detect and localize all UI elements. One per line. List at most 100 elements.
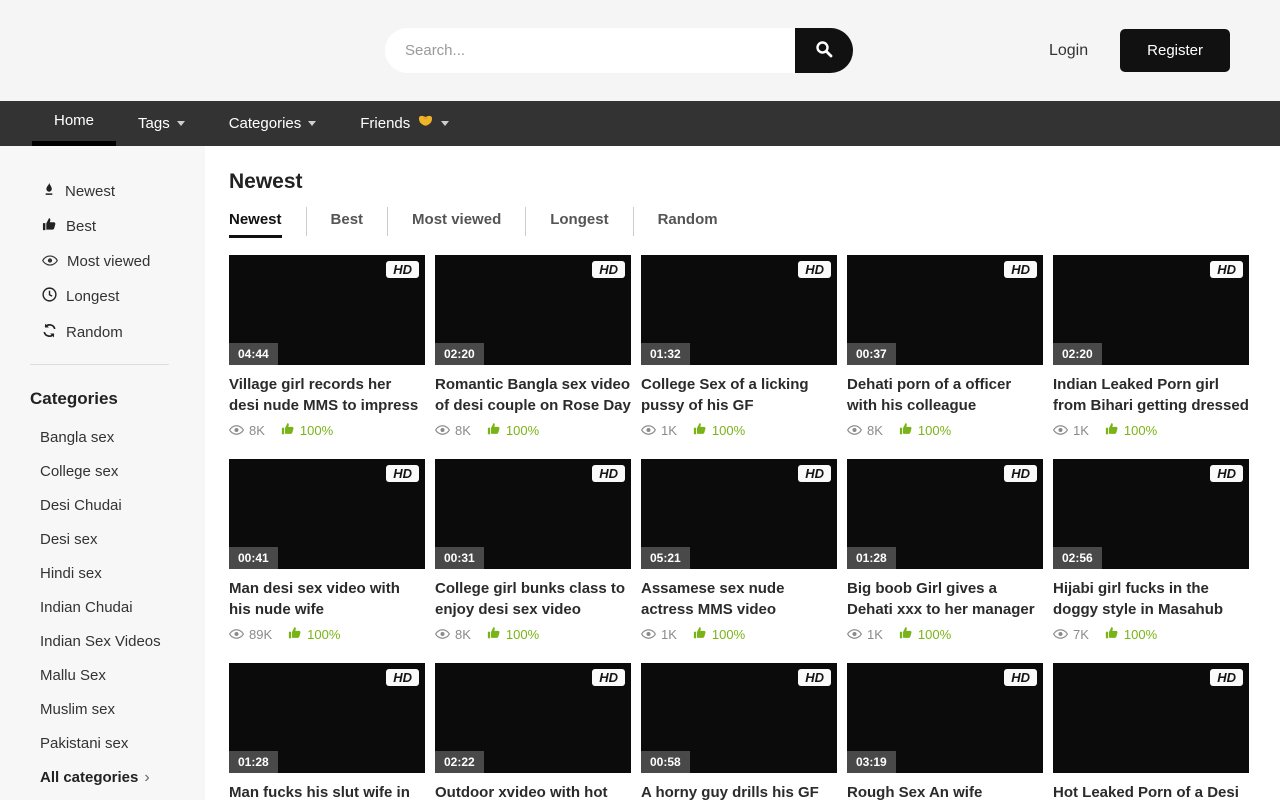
category-link[interactable]: Hindi sex: [40, 565, 102, 582]
rating-percent: 100%: [487, 626, 539, 643]
video-thumbnail[interactable]: HD 02:22: [435, 663, 631, 773]
video-title[interactable]: Village girl records her desi nude MMS t…: [229, 374, 425, 416]
tab-most-viewed[interactable]: Most viewed: [387, 207, 525, 236]
thumb-up-icon: [281, 422, 295, 439]
video-thumbnail[interactable]: HD 00:58: [641, 663, 837, 773]
hd-badge: HD: [1210, 465, 1243, 482]
tab-best[interactable]: Best: [306, 207, 388, 236]
eye-icon: [229, 423, 244, 438]
main-content: Newest Newest Best Most viewed Longest R…: [205, 146, 1280, 800]
video-grid: HD 04:44 Village girl records her desi n…: [229, 255, 1280, 800]
category-link[interactable]: Muslim sex: [40, 701, 115, 718]
video-thumbnail[interactable]: HD 04:44: [229, 255, 425, 365]
category-link[interactable]: Pakistani sex: [40, 735, 128, 752]
view-count: 8K: [435, 627, 471, 642]
video-title[interactable]: Outdoor xvideo with hot randi: [435, 782, 631, 800]
nav-item-friends[interactable]: Friends: [338, 101, 471, 146]
video-title[interactable]: College girl bunks class to enjoy desi s…: [435, 578, 631, 620]
tab-longest[interactable]: Longest: [525, 207, 632, 236]
search-input[interactable]: [385, 28, 795, 73]
nav-item-tags[interactable]: Tags: [116, 101, 207, 146]
main-navbar: Home Tags Categories Friends: [0, 101, 1280, 146]
tab-newest[interactable]: Newest: [229, 207, 306, 236]
category-list: Bangla sex College sex Desi Chudai Desi …: [0, 429, 205, 753]
header-right: Login Register: [1049, 29, 1230, 72]
eye-icon: [435, 423, 450, 438]
video-meta: 1K 100%: [1053, 422, 1249, 439]
video-title[interactable]: Man desi sex video with his nude wife: [229, 578, 425, 620]
top-header: Login Register: [0, 0, 1280, 101]
video-thumbnail[interactable]: HD 05:21: [641, 459, 837, 569]
video-thumbnail[interactable]: HD 00:31: [435, 459, 631, 569]
video-title[interactable]: Man fucks his slut wife in Dehati sex: [229, 782, 425, 800]
nav-item-categories[interactable]: Categories: [207, 101, 339, 146]
view-count-value: 1K: [867, 627, 883, 642]
category-list-item: Desi Chudai: [40, 497, 205, 515]
video-card: HD Hot Leaked Porn of a Desi Couple: [1053, 663, 1249, 800]
sidebar-item-best[interactable]: Best: [42, 217, 205, 236]
video-title[interactable]: Assamese sex nude actress MMS video: [641, 578, 837, 620]
video-title[interactable]: College Sex of a licking pussy of his GF: [641, 374, 837, 416]
category-link[interactable]: College sex: [40, 463, 118, 480]
video-thumbnail[interactable]: HD: [1053, 663, 1249, 773]
category-link[interactable]: Desi sex: [40, 531, 98, 548]
sidebar-item-newest[interactable]: Newest: [42, 182, 205, 200]
video-title[interactable]: Indian Leaked Porn girl from Bihari gett…: [1053, 374, 1249, 416]
thumb-up-icon: [899, 422, 913, 439]
search-form: [385, 28, 853, 73]
video-title[interactable]: Dehati porn of a officer with his collea…: [847, 374, 1043, 416]
video-thumbnail[interactable]: HD 02:56: [1053, 459, 1249, 569]
video-title[interactable]: Hijabi girl fucks in the doggy style in …: [1053, 578, 1249, 620]
rating-percent: 100%: [899, 626, 951, 643]
login-link[interactable]: Login: [1049, 42, 1088, 60]
tab-random[interactable]: Random: [633, 207, 742, 236]
video-thumbnail[interactable]: HD 01:32: [641, 255, 837, 365]
search-button[interactable]: [795, 28, 853, 73]
video-meta: 1K 100%: [641, 626, 837, 643]
sidebar-item-most-viewed[interactable]: Most viewed: [42, 253, 205, 270]
video-thumbnail[interactable]: HD 01:28: [229, 663, 425, 773]
video-meta: 1K 100%: [641, 422, 837, 439]
nav-item-home[interactable]: Home: [32, 101, 116, 146]
category-link[interactable]: Desi Chudai: [40, 497, 122, 514]
video-thumbnail[interactable]: HD 02:20: [435, 255, 631, 365]
category-link[interactable]: Mallu Sex: [40, 667, 106, 684]
video-card: HD 02:20 Romantic Bangla sex video of de…: [435, 255, 631, 439]
rating-percent: 100%: [1105, 422, 1157, 439]
duration-badge: 02:20: [1053, 343, 1102, 365]
video-thumbnail[interactable]: HD 03:19: [847, 663, 1043, 773]
sidebar-item-longest[interactable]: Longest: [42, 287, 205, 306]
register-button[interactable]: Register: [1120, 29, 1230, 72]
all-categories-link[interactable]: All categories›: [40, 769, 205, 787]
hd-badge: HD: [592, 669, 625, 686]
video-thumbnail[interactable]: HD 00:37: [847, 255, 1043, 365]
category-link[interactable]: Bangla sex: [40, 429, 114, 446]
duration-badge: 02:56: [1053, 547, 1102, 569]
view-count-value: 8K: [249, 423, 265, 438]
video-card: HD 00:58 A horny guy drills his GF tight…: [641, 663, 837, 800]
video-meta: 1K 100%: [847, 626, 1043, 643]
hd-badge: HD: [1210, 669, 1243, 686]
category-link[interactable]: Indian Sex Videos: [40, 633, 161, 650]
category-list-item: Indian Sex Videos: [40, 633, 205, 651]
video-title[interactable]: A horny guy drills his GF tight pussy at…: [641, 782, 837, 800]
view-count: 8K: [847, 423, 883, 438]
video-thumbnail[interactable]: HD 02:20: [1053, 255, 1249, 365]
hd-badge: HD: [798, 261, 831, 278]
video-card: HD 02:20 Indian Leaked Porn girl from Bi…: [1053, 255, 1249, 439]
category-link[interactable]: Indian Chudai: [40, 599, 133, 616]
video-title[interactable]: Rough Sex An wife bounces on her devar d…: [847, 782, 1043, 800]
video-thumbnail[interactable]: HD 01:28: [847, 459, 1043, 569]
video-title[interactable]: Romantic Bangla sex video of desi couple…: [435, 374, 631, 416]
sidebar-item-random[interactable]: Random: [42, 323, 205, 342]
view-count: 8K: [229, 423, 265, 438]
rating-value: 100%: [307, 627, 340, 642]
hd-badge: HD: [1004, 261, 1037, 278]
video-title[interactable]: Hot Leaked Porn of a Desi Couple: [1053, 782, 1249, 800]
view-count-value: 1K: [661, 627, 677, 642]
video-title[interactable]: Big boob Girl gives a Dehati xxx to her …: [847, 578, 1043, 620]
view-count: 1K: [847, 627, 883, 642]
category-list-item: Desi sex: [40, 531, 205, 549]
video-thumbnail[interactable]: HD 00:41: [229, 459, 425, 569]
categories-heading: Categories: [30, 389, 205, 409]
